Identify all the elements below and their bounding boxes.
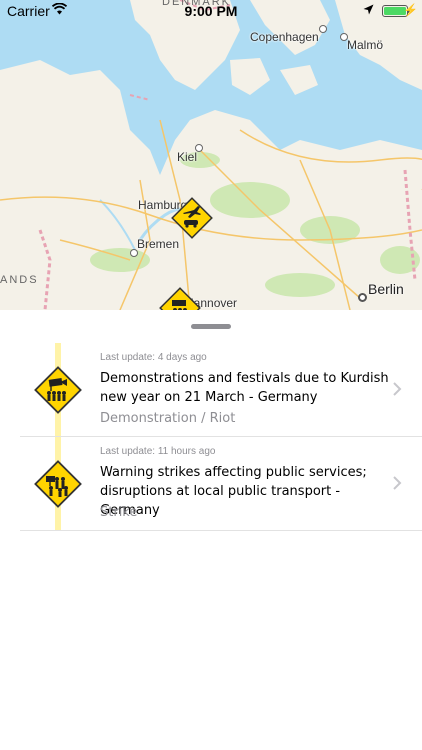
capital-marker — [358, 293, 367, 302]
travel-disruption-warning-icon[interactable] — [170, 196, 214, 240]
sheet-grabber-handle[interactable] — [191, 324, 231, 329]
status-bar: Carrier 9:00 PM ⚡ — [0, 0, 422, 22]
chevron-right-icon — [393, 382, 402, 396]
charging-icon: ⚡ — [403, 3, 418, 17]
alert-row[interactable]: Last update: 4 days ago Demonstrations a… — [0, 343, 422, 437]
alert-title: Warning strikes affecting public service… — [100, 465, 367, 518]
alert-title: Demonstrations and festivals due to Kurd… — [100, 371, 389, 405]
map-region-label: ANDS — [0, 274, 39, 286]
alert-category: Strike — [100, 505, 138, 520]
chevron-right-icon — [393, 476, 402, 490]
city-marker — [319, 25, 327, 33]
location-arrow-icon — [363, 4, 374, 15]
alert-category: Demonstration / Riot — [100, 411, 236, 426]
demonstration-warning-icon[interactable] — [158, 286, 202, 310]
city-label: Berlin — [368, 281, 404, 297]
map-view[interactable]: DENMARK ANDS Copenhagen Malmö Kiel Hambu… — [0, 0, 422, 310]
alerts-sheet: Last update: 4 days ago Demonstrations a… — [0, 310, 422, 750]
city-label: Malmö — [347, 38, 384, 52]
strike-warning-icon — [34, 460, 82, 508]
alert-updated-time: Last update: 4 days ago — [100, 352, 207, 363]
alert-list: Last update: 4 days ago Demonstrations a… — [0, 343, 422, 531]
city-label: Kiel — [177, 150, 198, 164]
city-label: Copenhagen — [250, 30, 319, 44]
demonstration-warning-icon — [34, 366, 82, 414]
row-separator — [20, 530, 422, 531]
alert-updated-time: Last update: 11 hours ago — [100, 446, 216, 457]
status-time: 9:00 PM — [184, 3, 238, 19]
alert-row[interactable]: Last update: 11 hours ago Warning strike… — [0, 437, 422, 531]
